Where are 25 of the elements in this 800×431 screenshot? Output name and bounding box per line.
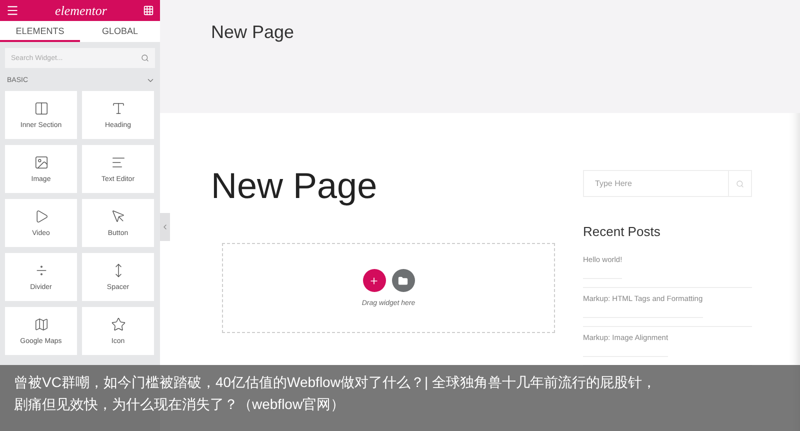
logo: elementor bbox=[55, 2, 107, 18]
add-button[interactable] bbox=[362, 269, 386, 292]
folder-icon bbox=[398, 276, 408, 286]
search-field[interactable]: Type Here bbox=[583, 170, 728, 197]
template-button[interactable] bbox=[392, 269, 414, 292]
image-icon bbox=[34, 155, 48, 170]
chevron-icon[interactable] bbox=[146, 76, 155, 85]
chevron-left-icon bbox=[161, 223, 169, 231]
caption-line: 曾被VC群嘲，如今门槛被踏破，40亿估值的Webflow做对了什么？| 全球独角兽十几年前流行的屁股针， bbox=[14, 373, 657, 391]
grid-icon[interactable] bbox=[142, 5, 154, 16]
search-icon bbox=[736, 180, 744, 188]
menu-icon[interactable] bbox=[6, 4, 19, 17]
map-icon bbox=[34, 317, 48, 332]
text-lines-icon bbox=[110, 155, 126, 170]
widget-title: Recent Posts bbox=[583, 224, 662, 239]
text-icon bbox=[110, 101, 126, 116]
caption-line: 剧痛但见效快，为什么现在消失了？（webflow官网） bbox=[14, 395, 346, 413]
columns-icon bbox=[34, 101, 48, 116]
page-title: New Page bbox=[211, 165, 378, 207]
plus-icon bbox=[369, 276, 379, 286]
site-title: New Page bbox=[211, 22, 296, 43]
search-icon bbox=[141, 54, 149, 62]
pointer-icon bbox=[110, 209, 126, 224]
star-icon bbox=[110, 317, 126, 332]
collapse-handle[interactable] bbox=[160, 213, 170, 241]
